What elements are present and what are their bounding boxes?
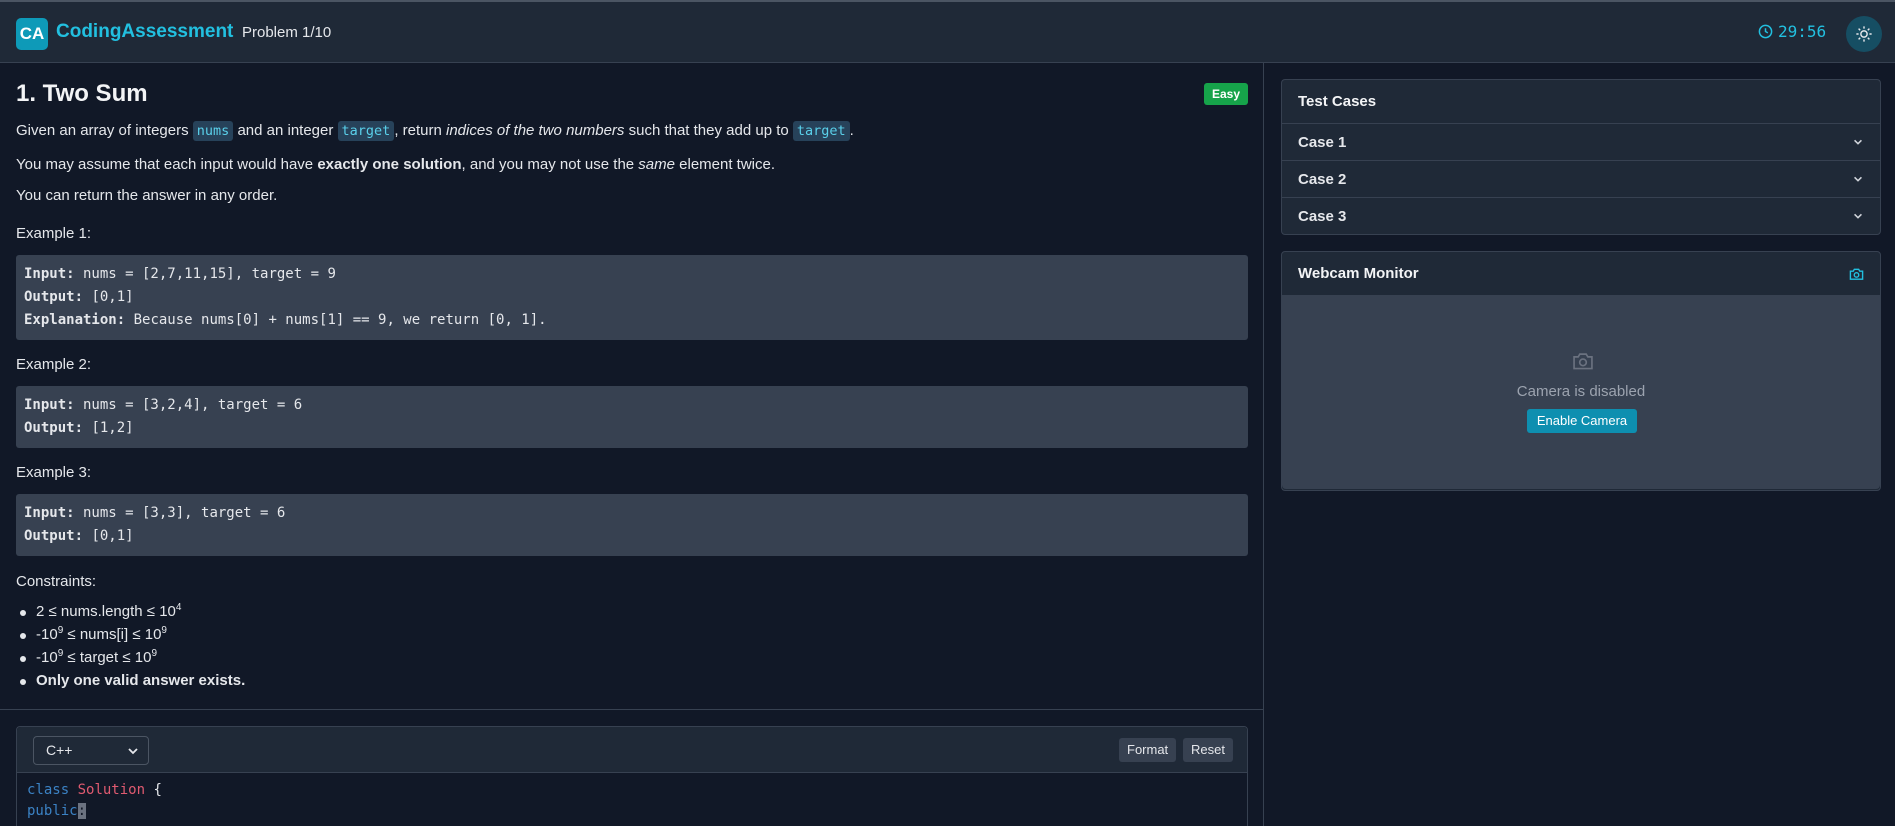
timer-value: 29:56 — [1778, 22, 1827, 41]
list-item: -109 ≤ target ≤ 109 — [16, 646, 245, 669]
test-cases-title: Test Cases — [1282, 80, 1880, 124]
reset-button[interactable]: Reset — [1183, 738, 1233, 762]
sun-icon — [1856, 26, 1872, 42]
code-editor[interactable]: C++ Format Reset class Solution { public… — [16, 726, 1248, 826]
format-button[interactable]: Format — [1119, 738, 1177, 762]
camera-status: Camera is disabled — [1516, 383, 1646, 400]
example-title: Example 1: — [16, 225, 92, 242]
theme-toggle-button[interactable] — [1846, 16, 1882, 52]
test-case-2[interactable]: Case 2 — [1282, 161, 1880, 198]
chevron-down-icon — [128, 748, 138, 755]
editor-toolbar: C++ Format Reset — [17, 727, 1247, 773]
webcam-title: Webcam Monitor — [1282, 252, 1880, 296]
problem-progress: Problem 1/10 — [242, 24, 332, 41]
clock-icon — [1758, 24, 1773, 39]
top-bar: CA CodingAssessment Problem 1/10 29:56 — [0, 0, 1895, 63]
constraints-title: Constraints: — [16, 573, 97, 590]
example-title: Example 2: — [16, 356, 92, 373]
language-value: C++ — [46, 742, 73, 758]
problem-description-2: You may assume that each input would hav… — [16, 156, 776, 173]
webcam-feed: Camera is disabled Enable Camera — [1282, 296, 1880, 489]
app-title: CodingAssessment — [56, 21, 234, 42]
camera-icon — [1849, 268, 1864, 280]
code-target: target — [337, 121, 395, 141]
code-area[interactable]: class Solution { public: — [17, 773, 1247, 826]
code-target: target — [792, 121, 850, 141]
list-item: 2 ≤ nums.length ≤ 104 — [16, 600, 245, 623]
difficulty-badge: Easy — [1204, 83, 1249, 105]
list-item: Only one valid answer exists. — [16, 669, 245, 692]
code-line: class Solution { — [27, 782, 162, 798]
webcam-panel: Webcam Monitor Camera is disabled Enable… — [1281, 251, 1881, 491]
constraints-list: 2 ≤ nums.length ≤ 104 -109 ≤ nums[i] ≤ 1… — [16, 600, 245, 692]
camera-icon — [1573, 353, 1593, 370]
enable-camera-button[interactable]: Enable Camera — [1527, 409, 1637, 433]
example-title: Example 3: — [16, 464, 92, 481]
code-line: public: — [27, 803, 87, 819]
chevron-down-icon — [1854, 139, 1862, 145]
countdown-timer: 29:56 — [1758, 22, 1826, 41]
list-item: -109 ≤ nums[i] ≤ 109 — [16, 623, 245, 646]
test-case-1[interactable]: Case 1 — [1282, 124, 1880, 161]
code-nums: nums — [192, 121, 234, 141]
text-cursor: : — [77, 803, 87, 819]
example-box: Input: nums = [2,7,11,15], target = 9 Ou… — [16, 255, 1248, 340]
divider — [0, 709, 1264, 710]
problem-title: 1. Two Sum — [16, 80, 148, 107]
problem-panel: 1. Two Sum Easy Given an array of intege… — [0, 63, 1264, 826]
test-case-3[interactable]: Case 3 — [1282, 198, 1880, 235]
test-cases-panel: Test Cases Case 1 Case 2 Case 3 — [1281, 79, 1881, 235]
language-select[interactable]: C++ — [33, 736, 149, 765]
chevron-down-icon — [1854, 176, 1862, 182]
example-box: Input: nums = [3,2,4], target = 6 Output… — [16, 386, 1248, 448]
example-box: Input: nums = [3,3], target = 6 Output: … — [16, 494, 1248, 556]
app-logo: CA — [16, 18, 48, 50]
problem-description-3: You can return the answer in any order. — [16, 187, 278, 204]
problem-description-1: Given an array of integers nums and an i… — [16, 121, 854, 141]
chevron-down-icon — [1854, 213, 1862, 219]
